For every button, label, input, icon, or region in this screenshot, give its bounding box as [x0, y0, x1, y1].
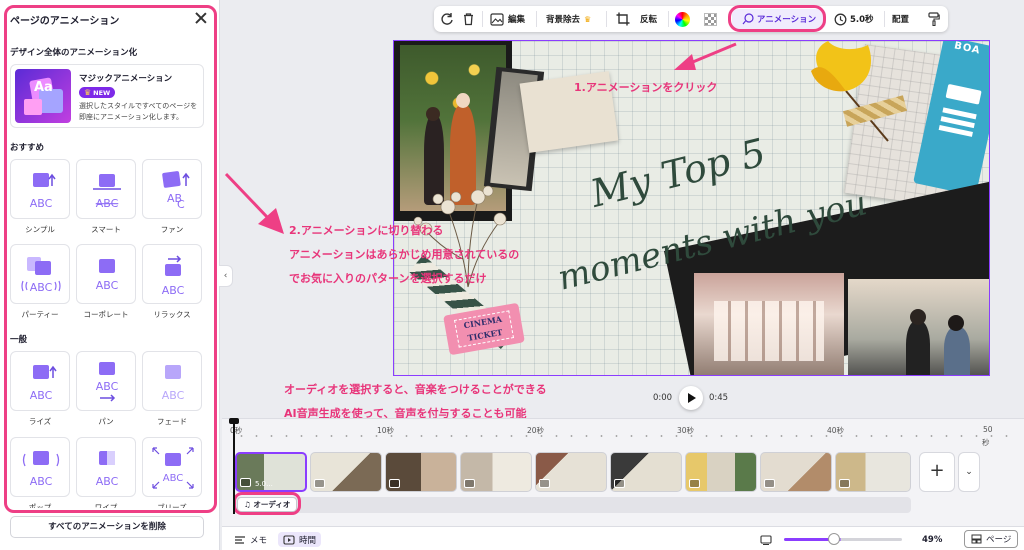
delete-all-animations-button[interactable]: すべてのアニメーションを削除: [10, 516, 204, 538]
arrow-step1-icon: [674, 42, 737, 70]
animation-button-highlight: [728, 5, 826, 32]
bottom-bar: メモ 時間 49% ページ: [222, 526, 1024, 550]
video-icon: [283, 534, 295, 545]
clip-1-duration: 5.0...: [255, 480, 273, 488]
page-button[interactable]: ページ: [964, 530, 1019, 548]
timeline-clip-5[interactable]: [535, 452, 607, 492]
audio-track[interactable]: [233, 497, 911, 513]
annotation-step3-line1: オーディオを選択すると、音楽をつけることができる: [284, 383, 547, 396]
timeline-clip-7[interactable]: [685, 452, 757, 492]
clock-icon: [834, 13, 847, 25]
fit-screen-icon[interactable]: [760, 532, 772, 547]
arrange-button[interactable]: 配置: [892, 6, 909, 32]
timeline-clip-3[interactable]: [385, 452, 457, 492]
image-edit-icon: [490, 12, 504, 26]
timeline-clip-2[interactable]: [310, 452, 382, 492]
flip-button[interactable]: 反転: [640, 6, 657, 32]
tick-50-unit: 秒: [982, 438, 990, 447]
zoom-slider[interactable]: [784, 538, 902, 541]
refresh-icon[interactable]: [440, 6, 454, 32]
timeline-clip-9[interactable]: [835, 452, 911, 492]
panel-highlight: [4, 5, 217, 513]
collapse-panel-chevron-icon[interactable]: ‹: [219, 265, 233, 287]
crop-icon[interactable]: [616, 6, 630, 32]
time-button[interactable]: 時間: [278, 532, 322, 547]
zoom-slider-handle[interactable]: [828, 533, 840, 545]
crown-icon: ♛: [584, 14, 592, 24]
zoom-level: 49%: [922, 534, 943, 545]
paint-roller-icon[interactable]: [928, 6, 940, 32]
notes-icon: [235, 535, 245, 544]
playhead[interactable]: [229, 418, 239, 514]
add-page-button[interactable]: +: [919, 452, 955, 492]
player-total-time: 0:45: [709, 393, 729, 403]
color-wheel-icon[interactable]: [675, 6, 690, 32]
clip-page-icon: [240, 478, 251, 487]
annotation-step1: 1.アニメーションをクリック: [574, 81, 718, 94]
timeline-clip-6[interactable]: [610, 452, 682, 492]
photo-hallway[interactable]: [694, 273, 844, 375]
play-icon[interactable]: [679, 386, 703, 410]
duration-button[interactable]: 5.0秒: [834, 6, 874, 32]
grid-icon: [971, 534, 982, 544]
timeline-clip-1[interactable]: 5.0...: [235, 452, 307, 492]
timeline-clip-8[interactable]: [760, 452, 832, 492]
yellow-flower: [811, 41, 889, 142]
element-toolbar: 編集 背景除去 ♛ 反転 アニメーション 5.0秒 配置: [434, 6, 948, 32]
timeline-clip-4[interactable]: [460, 452, 532, 492]
annotation-step2-line1: 2.アニメーションに切り替わる: [289, 224, 444, 237]
audio-highlight: [233, 492, 301, 515]
trash-icon[interactable]: [462, 6, 475, 32]
annotation-step2-line3: でお気に入りのパターンを選択するだけ: [289, 272, 487, 285]
player-current-time: 0:00: [653, 393, 673, 403]
memo-button[interactable]: メモ: [234, 532, 267, 547]
photo-street[interactable]: [848, 279, 989, 375]
slide-title-line1[interactable]: My Top 5: [586, 130, 770, 216]
arrow-step2-icon: [224, 172, 284, 234]
edit-button[interactable]: 編集: [490, 6, 525, 32]
tick-50: 50: [983, 425, 993, 434]
chevron-down-icon[interactable]: ⌄: [958, 452, 980, 492]
transparency-icon[interactable]: [704, 6, 717, 32]
annotation-step2-line2: アニメーションはあらかじめ用意されているの: [289, 248, 520, 261]
bg-remove-button[interactable]: 背景除去 ♛: [546, 6, 591, 32]
